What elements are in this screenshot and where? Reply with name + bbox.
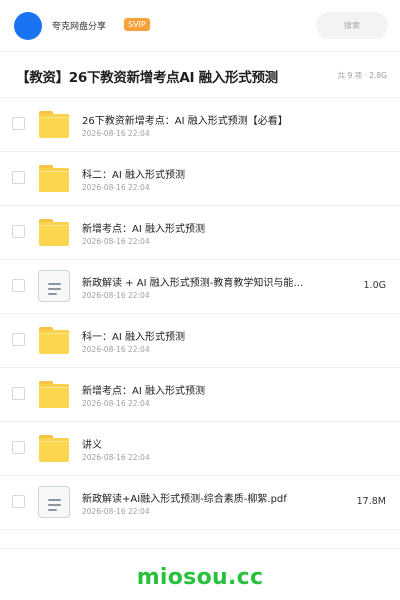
document-icon: [38, 486, 70, 518]
file-name: 科二：AI 融入形式预测: [82, 170, 185, 181]
file-name: 新政解读 + AI 融入形式预测-教育教学知识与能…: [82, 278, 304, 289]
file-name: 新增考点：AI 融入形式预测: [82, 224, 205, 235]
row-checkbox[interactable]: [12, 279, 25, 292]
file-list: 26下教资新增考点：AI 融入形式预测【必看】 2026-08-16 22:04…: [0, 98, 400, 530]
folder-icon: [38, 378, 70, 410]
avatar[interactable]: [14, 12, 42, 40]
top-bar: 夸克网盘分享 SVIP: [0, 0, 400, 52]
svip-badge: SVIP: [124, 18, 150, 31]
file-row[interactable]: 新政解读+AI融入形式预测-综合素质-柳絮.pdf 2026-08-16 22:…: [0, 476, 400, 530]
file-row[interactable]: 科一：AI 融入形式预测 2026-08-16 22:04: [0, 314, 400, 368]
row-checkbox[interactable]: [12, 225, 25, 238]
row-checkbox[interactable]: [12, 171, 25, 184]
file-date: 2026-08-16 22:04: [82, 453, 150, 462]
file-name: 新政解读+AI融入形式预测-综合素质-柳絮.pdf: [82, 494, 287, 505]
row-checkbox[interactable]: [12, 387, 25, 400]
file-name: 科一：AI 融入形式预测: [82, 332, 185, 343]
file-row[interactable]: 26下教资新增考点：AI 融入形式预测【必看】 2026-08-16 22:04: [0, 98, 400, 152]
file-date: 2026-08-16 22:04: [82, 237, 150, 246]
folder-icon: [38, 432, 70, 464]
brand-label: 夸克网盘分享: [52, 22, 107, 32]
row-checkbox[interactable]: [12, 333, 25, 346]
row-checkbox[interactable]: [12, 495, 25, 508]
file-date: 2026-08-16 22:04: [82, 291, 150, 300]
file-date: 2026-08-16 22:04: [82, 507, 150, 516]
search-input[interactable]: [316, 12, 388, 39]
file-size: 1.0G: [363, 280, 386, 291]
footer: miosou.cc: [0, 548, 400, 600]
file-size: 17.8M: [356, 496, 386, 507]
folder-icon: [38, 216, 70, 248]
document-icon: [38, 270, 70, 302]
item-count-size: 共 9 项 · 2.8G: [337, 71, 387, 80]
watermark-text: miosou.cc: [136, 565, 264, 590]
file-date: 2026-08-16 22:04: [82, 183, 150, 192]
row-checkbox[interactable]: [12, 117, 25, 130]
folder-icon: [38, 108, 70, 140]
file-name: 新增考点：AI 融入形式预测: [82, 386, 205, 397]
page-title: 【教资】26下教资新增考点AI 融入形式预测: [16, 70, 278, 86]
folder-icon: [38, 162, 70, 194]
file-name: 讲义: [82, 440, 102, 451]
row-checkbox[interactable]: [12, 441, 25, 454]
file-date: 2026-08-16 22:04: [82, 345, 150, 354]
file-date: 2026-08-16 22:04: [82, 399, 150, 408]
folder-icon: [38, 324, 70, 356]
file-row[interactable]: 新增考点：AI 融入形式预测 2026-08-16 22:04: [0, 206, 400, 260]
file-name: 26下教资新增考点：AI 融入形式预测【必看】: [82, 116, 288, 127]
file-row[interactable]: 讲义 2026-08-16 22:04: [0, 422, 400, 476]
share-title-row: 【教资】26下教资新增考点AI 融入形式预测 共 9 项 · 2.8G: [0, 52, 400, 98]
file-row[interactable]: 新增考点：AI 融入形式预测 2026-08-16 22:04: [0, 368, 400, 422]
file-row[interactable]: 新政解读 + AI 融入形式预测-教育教学知识与能… 2026-08-16 22…: [0, 260, 400, 314]
file-date: 2026-08-16 22:04: [82, 129, 150, 138]
file-row[interactable]: 科二：AI 融入形式预测 2026-08-16 22:04: [0, 152, 400, 206]
